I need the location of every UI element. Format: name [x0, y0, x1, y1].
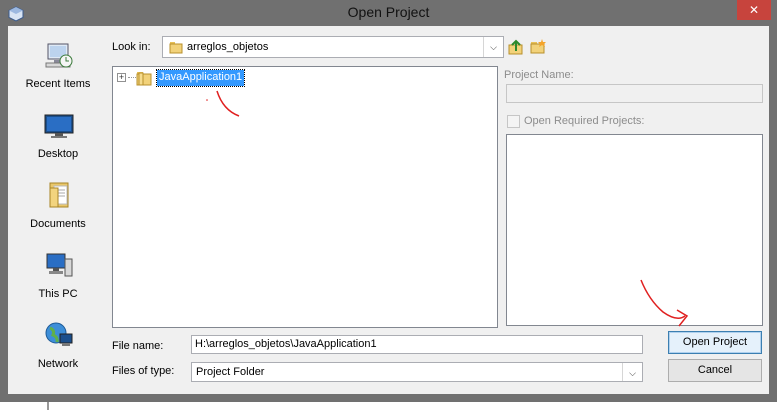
chevron-down-icon[interactable]: ⌵ — [483, 37, 503, 57]
place-network[interactable]: Network — [8, 314, 108, 380]
tree-connector — [128, 77, 136, 78]
network-icon — [45, 322, 73, 346]
background-area — [0, 402, 777, 410]
folder-icon — [169, 42, 183, 54]
project-name-label: Project Name: — [504, 69, 574, 81]
open-project-button[interactable]: Open Project — [668, 331, 762, 354]
open-required-projects-checkbox — [507, 115, 520, 128]
hand-drawn-annotation — [206, 90, 240, 117]
chevron-down-icon[interactable]: ⌵ — [622, 363, 642, 381]
place-recent-items[interactable]: Recent Items — [8, 34, 108, 100]
place-this-pc[interactable]: This PC — [8, 244, 108, 310]
place-label: This PC — [38, 288, 78, 300]
hand-drawn-annotation — [640, 279, 689, 327]
desktop-icon — [44, 114, 74, 138]
title-bar[interactable]: Open Project ✕ — [0, 0, 777, 26]
open-project-dialog: Open Project ✕ Recent Items Desktop Docu… — [0, 0, 777, 402]
window-title: Open Project — [347, 4, 430, 20]
look-in-value: arreglos_objetos — [187, 41, 269, 53]
new-folder-icon[interactable] — [529, 38, 547, 56]
close-button[interactable]: ✕ — [737, 0, 771, 20]
files-of-type-select[interactable]: Project Folder ⌵ — [191, 362, 643, 382]
recent-items-icon — [45, 43, 73, 68]
place-label: Documents — [30, 218, 86, 230]
files-of-type-label: Files of type: — [112, 365, 175, 377]
place-label: Desktop — [37, 148, 79, 160]
documents-icon — [49, 182, 69, 208]
files-of-type-value: Project Folder — [196, 366, 265, 378]
place-desktop[interactable]: Desktop — [8, 104, 108, 170]
project-tree[interactable]: + JavaApplication1 — [112, 66, 498, 328]
place-documents[interactable]: Documents — [8, 174, 108, 240]
dialog-body: Recent Items Desktop Documents This PC N… — [8, 26, 769, 394]
look-in-label: Look in: — [112, 41, 151, 53]
cancel-button[interactable]: Cancel — [668, 359, 762, 382]
computer-icon — [46, 253, 73, 277]
background-divider — [47, 402, 49, 410]
place-label: Recent Items — [25, 78, 91, 90]
look-in-dropdown[interactable]: arreglos_objetos ⌵ — [162, 36, 504, 58]
file-name-input[interactable]: H:\arreglos_objetos\JavaApplication1 — [191, 335, 643, 354]
file-name-label: File name: — [112, 340, 164, 352]
places-bar: Recent Items Desktop Documents This PC N… — [8, 34, 108, 384]
place-label: Network — [37, 358, 79, 370]
up-one-level-icon[interactable] — [507, 38, 525, 56]
expand-icon[interactable]: + — [117, 73, 126, 82]
folder-icon — [136, 72, 152, 86]
open-required-projects-label: Open Required Projects: — [524, 115, 645, 127]
project-name-field — [506, 84, 763, 103]
